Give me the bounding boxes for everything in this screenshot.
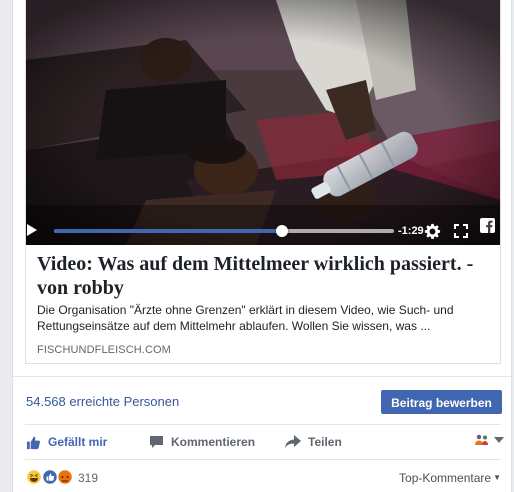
seek-progress — [54, 229, 282, 233]
post-insights: 54.568 erreichte Personen Beitrag bewerb… — [13, 376, 511, 424]
seek-handle[interactable] — [275, 225, 288, 237]
comment-sort-label: Top-Kommentare — [399, 471, 492, 485]
play-icon[interactable] — [26, 224, 38, 236]
share-icon — [285, 435, 301, 448]
time-remaining: -1:29 — [398, 225, 424, 237]
link-preview[interactable]: -1:29 Video: Was auf dem Mittelmeer wirk… — [25, 0, 501, 364]
haha-icon — [25, 468, 43, 486]
video-frame — [26, 0, 500, 245]
like-label: Gefällt mir — [48, 435, 108, 449]
audience-selector[interactable] — [474, 434, 504, 446]
angry-icon — [56, 468, 74, 486]
comment-button[interactable]: Kommentieren — [149, 433, 255, 451]
post-card: -1:29 Video: Was auf dem Mittelmeer wirk… — [12, 0, 512, 492]
reaction-icons[interactable] — [25, 468, 75, 486]
video-controls: -1:29 — [26, 214, 500, 245]
comment-sort-dropdown[interactable]: Top-Kommentare ▼ — [399, 471, 501, 485]
caret-down-icon: ▼ — [493, 473, 501, 482]
seek-bar[interactable] — [54, 225, 394, 237]
fullscreen-icon[interactable] — [454, 224, 468, 238]
post-actions: Gefällt mir Kommentieren Teilen — [25, 424, 504, 460]
people-icon — [475, 434, 488, 445]
preview-domain: FISCHUNDFLEISCH.COM — [37, 344, 171, 356]
preview-description: Die Organisation "Ärzte ohne Grenzen" er… — [37, 303, 454, 333]
reaction-count[interactable]: 319 — [78, 471, 98, 485]
comment-icon — [150, 436, 163, 448]
gear-icon[interactable] — [424, 223, 441, 240]
like-button[interactable]: Gefällt mir — [26, 433, 107, 451]
comment-label: Kommentieren — [171, 435, 256, 449]
video-player[interactable]: -1:29 — [26, 0, 500, 245]
facebook-logo-icon — [480, 218, 495, 233]
share-label: Teilen — [308, 435, 342, 449]
chevron-down-icon — [494, 437, 504, 443]
like-icon — [41, 468, 59, 486]
reach-link[interactable]: 54.568 erreichte Personen — [26, 394, 179, 409]
thumbs-up-icon — [26, 436, 41, 449]
boost-post-button[interactable]: Beitrag bewerben — [381, 390, 502, 414]
preview-title[interactable]: Video: Was auf dem Mittelmeer wirklich p… — [37, 252, 487, 300]
reactions-bar: 319 Top-Kommentare ▼ — [25, 462, 501, 492]
share-button[interactable]: Teilen — [285, 433, 342, 451]
